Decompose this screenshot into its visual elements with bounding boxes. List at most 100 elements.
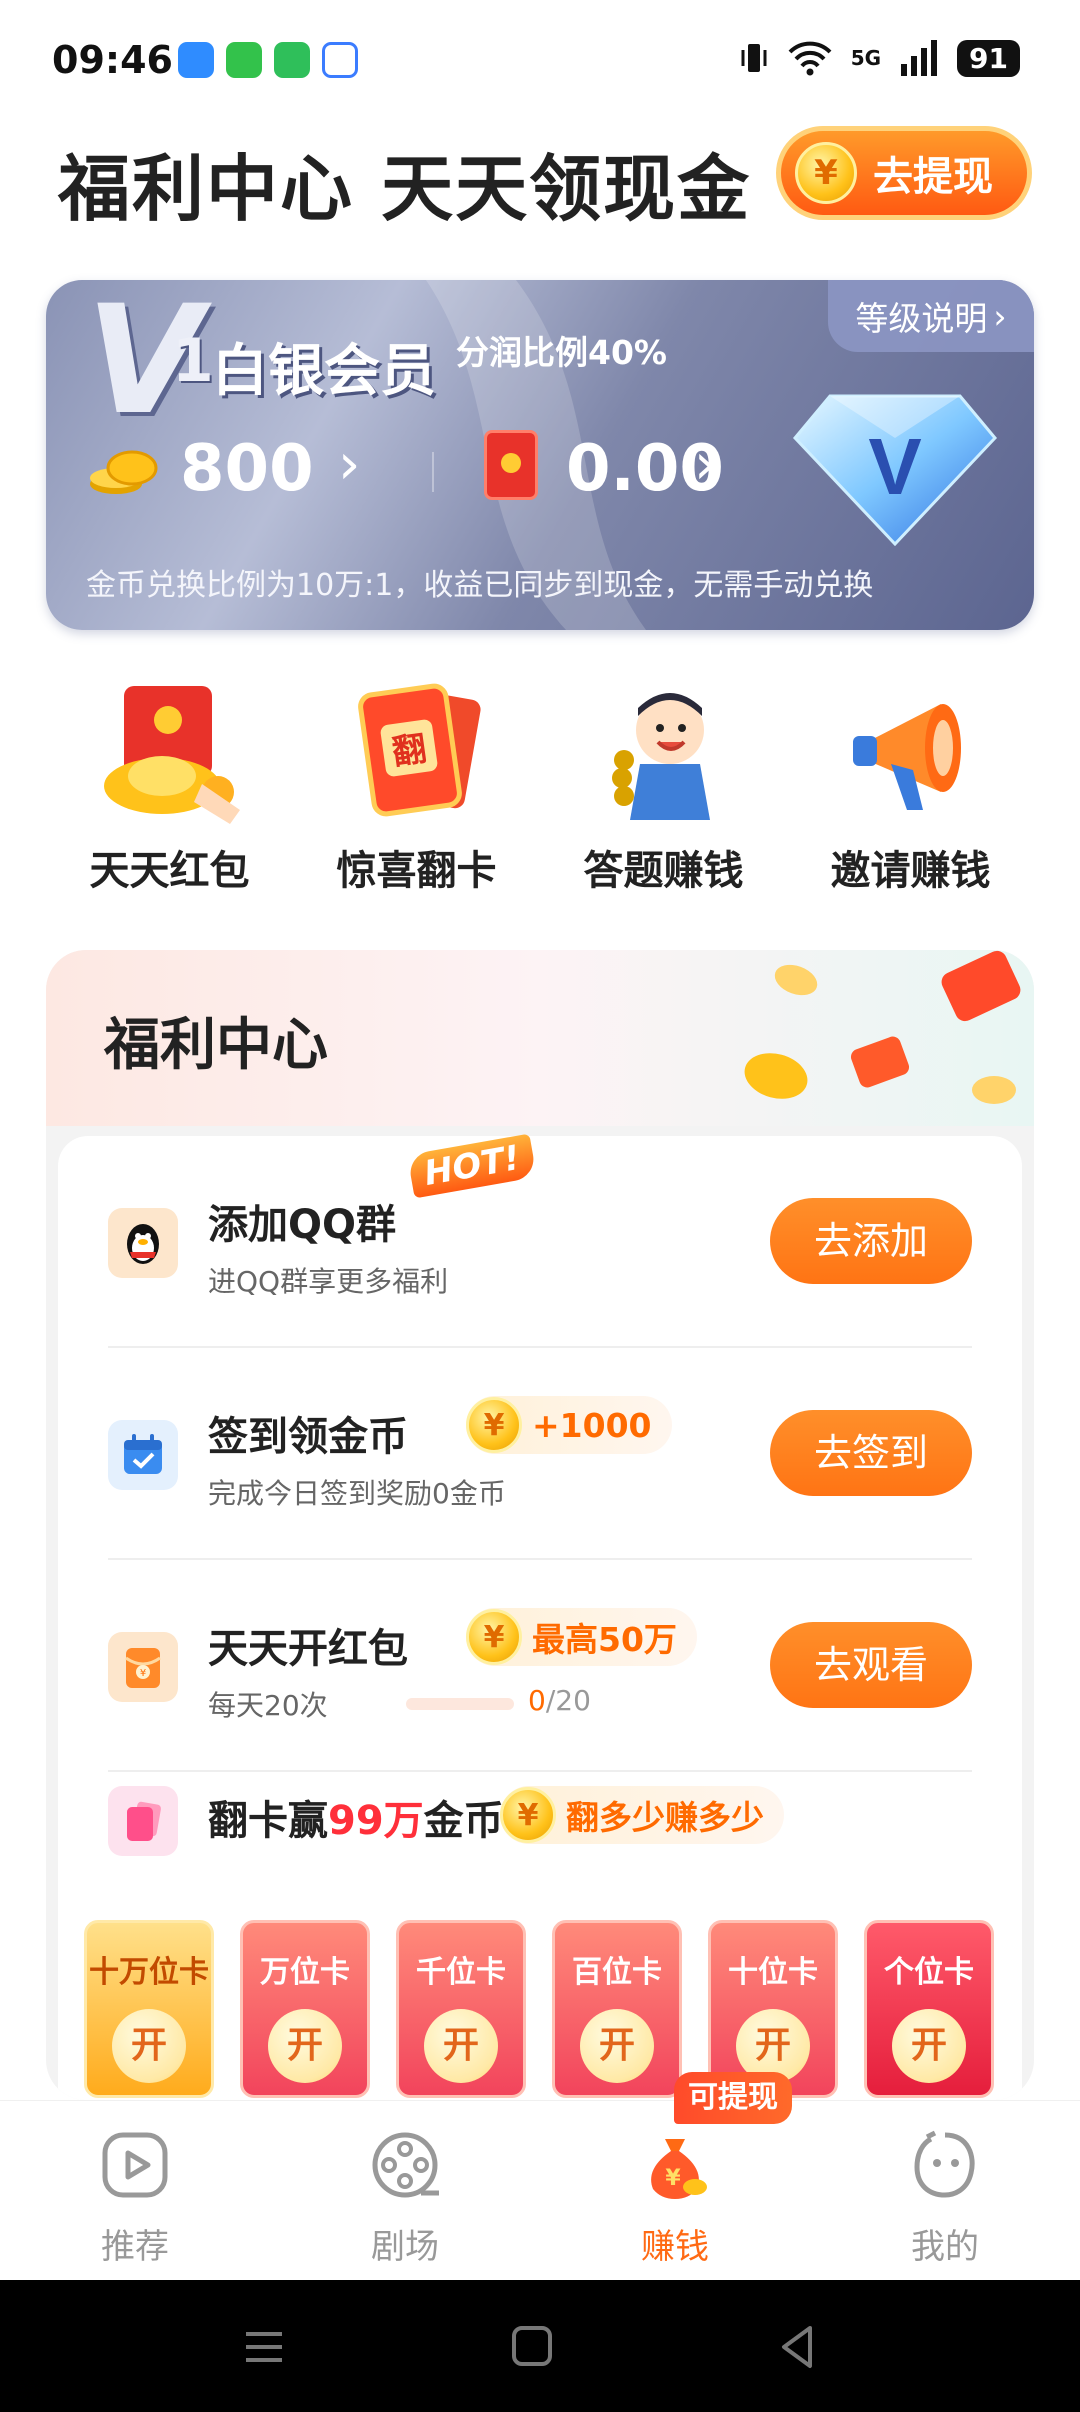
quiz-character-icon — [611, 693, 710, 820]
divider — [432, 452, 434, 492]
vibrate-icon — [741, 44, 767, 72]
signal-icon — [901, 40, 938, 76]
quick-label: 天天红包 — [89, 848, 250, 894]
flip-card-10k[interactable]: 万位卡 开 — [240, 1920, 370, 2098]
phone-notification-icon — [226, 42, 262, 78]
megaphone-icon — [852, 704, 961, 810]
flip-title-suffix: 金币 — [423, 1798, 504, 1844]
app-notification-icon — [178, 42, 214, 78]
page-title: 福利中心 天天领现金 — [58, 147, 752, 231]
nav-item-earn[interactable]: ¥ 赚钱 — [575, 2119, 775, 2269]
system-navigation-bar — [0, 2280, 1080, 2412]
reward-pill: ¥ +1000 — [466, 1396, 672, 1454]
withdraw-button[interactable]: ¥ 去提现 — [776, 126, 1032, 220]
nav-item-me[interactable]: 我的 — [845, 2119, 1045, 2269]
reward-text: 翻多少赚多少 — [566, 1798, 764, 1837]
flip-card-1k[interactable]: 千位卡 开 — [396, 1920, 526, 2098]
chevron-right-icon: › — [993, 296, 1007, 336]
vip-card: V 1 白银会员 分润比例40% 等级说明 › 800 › 0.00 › V 金… — [46, 280, 1034, 630]
flip-card-label: 个位卡 — [884, 1955, 974, 1990]
coin-icon: ¥ — [500, 1787, 556, 1843]
nav-item-recommend[interactable]: 推荐 — [35, 2119, 235, 2269]
home-icon[interactable] — [502, 2320, 562, 2374]
svg-text:¥: ¥ — [140, 1668, 146, 1679]
flip-card-icon — [108, 1786, 178, 1856]
play-icon — [102, 2132, 168, 2198]
quick-item-invite[interactable]: 邀请赚钱 — [787, 670, 1034, 900]
coin-chevron-icon[interactable]: › — [338, 432, 360, 497]
reward-pill: ¥ 翻多少赚多少 — [500, 1786, 784, 1844]
flip-card-label: 十万位卡 — [89, 1955, 209, 1990]
join-qq-button[interactable]: 去添加 — [770, 1198, 972, 1284]
flip-title-prefix: 翻卡赢 — [208, 1798, 328, 1844]
flip-card-icon: 翻 — [357, 683, 481, 817]
flip-card-row: 翻卡赢99万金币 ¥ 翻多少赚多少 — [108, 1772, 972, 1862]
quick-label: 答题赚钱 — [583, 848, 744, 894]
coin-icon: ¥ — [466, 1397, 522, 1453]
task-subtitle: 每天20次 — [208, 1689, 328, 1722]
coin-icon: ¥ — [795, 142, 857, 204]
quick-item-quiz[interactable]: 答题赚钱 — [540, 670, 787, 900]
flip-card-100k[interactable]: 十万位卡 开 — [84, 1920, 214, 2098]
svg-text:V: V — [868, 422, 921, 511]
qq-penguin-icon — [108, 1208, 178, 1278]
flip-card-1[interactable]: 个位卡 开 — [864, 1920, 994, 2098]
welfare-header: 福利中心 — [46, 950, 1034, 1126]
task-subtitle: 完成今日签到奖励0金币 — [208, 1477, 506, 1510]
wifi-icon — [788, 41, 832, 76]
open-button[interactable]: 开 — [580, 2009, 654, 2083]
task-row-checkin: 签到领金币 ¥ +1000 完成今日签到奖励0金币 去签到 — [108, 1348, 972, 1560]
menu-icon[interactable] — [234, 2320, 294, 2374]
profile-face-icon — [914, 2130, 975, 2198]
gold-coins-icon — [90, 450, 158, 494]
quick-item-daily-redpack[interactable]: 天天红包 — [46, 670, 293, 900]
calendar-check-icon — [108, 1420, 178, 1490]
bottom-nav: 推荐 剧场 ¥ 赚钱 我的 — [0, 2100, 1080, 2280]
checkin-button[interactable]: 去签到 — [770, 1410, 972, 1496]
open-button[interactable]: 开 — [892, 2009, 966, 2083]
redpack-progress-bar — [406, 1698, 514, 1710]
quick-item-flip-card[interactable]: 翻 惊喜翻卡 — [293, 670, 540, 900]
open-button[interactable]: 开 — [268, 2009, 342, 2083]
vip-share-ratio: 分润比例40% — [456, 333, 667, 372]
flip-title-highlight: 99万 — [328, 1798, 424, 1844]
diamond-icon: V — [792, 394, 998, 546]
progress-text: 0/20 — [528, 1684, 591, 1717]
back-icon[interactable] — [768, 2320, 828, 2374]
welfare-title: 福利中心 — [104, 1013, 328, 1078]
watch-button[interactable]: 去观看 — [770, 1622, 972, 1708]
nav-label: 我的 — [911, 2227, 979, 2267]
red-envelope-icon: ¥ — [108, 1632, 178, 1702]
level-explain-button[interactable]: 等级说明 › — [828, 280, 1034, 352]
flip-card-label: 百位卡 — [572, 1955, 662, 1990]
svg-text:翻: 翻 — [389, 729, 428, 773]
coin-icon: ¥ — [466, 1609, 522, 1665]
open-button[interactable]: 开 — [424, 2009, 498, 2083]
task-row-daily-redpack: ¥ 天天开红包 ¥ 最高50万 每天20次 0/20 去观看 — [108, 1560, 972, 1772]
hot-badge: HOT! — [407, 1133, 537, 1199]
red-envelope-icon — [103, 686, 240, 824]
withdrawable-tag: 可提现 — [674, 2072, 792, 2124]
cash-chevron-icon[interactable]: › — [694, 432, 716, 497]
status-time: 09:46 — [52, 38, 173, 82]
flip-card-100[interactable]: 百位卡 开 — [552, 1920, 682, 2098]
svg-text:¥: ¥ — [665, 2166, 681, 2191]
flip-card-label: 万位卡 — [260, 1955, 350, 1990]
coin-balance[interactable]: 800 — [180, 432, 314, 506]
nav-item-theater[interactable]: 剧场 — [305, 2119, 505, 2269]
reward-amount: +1000 — [532, 1405, 652, 1445]
open-button[interactable]: 开 — [112, 2009, 186, 2083]
task-title: 签到领金币 — [208, 1414, 408, 1460]
task-title: 天天开红包 — [208, 1626, 408, 1672]
cloud-notification-icon — [322, 42, 358, 78]
money-bag-icon: ¥ — [651, 2139, 707, 2199]
vip-level-number: 1 — [172, 326, 214, 396]
coins-redpack-decoration — [744, 950, 1021, 1104]
quick-label: 邀请赚钱 — [830, 848, 991, 894]
nav-label: 推荐 — [101, 2227, 169, 2267]
quick-actions: 天天红包 翻 惊喜翻卡 答题赚钱 邀请赚钱 — [46, 670, 1034, 900]
status-right: 5G 91 — [739, 38, 1020, 78]
network-type: 5G — [850, 46, 882, 70]
notification-icons — [178, 42, 358, 78]
status-bar: 09:46 5G 91 — [0, 0, 1080, 120]
